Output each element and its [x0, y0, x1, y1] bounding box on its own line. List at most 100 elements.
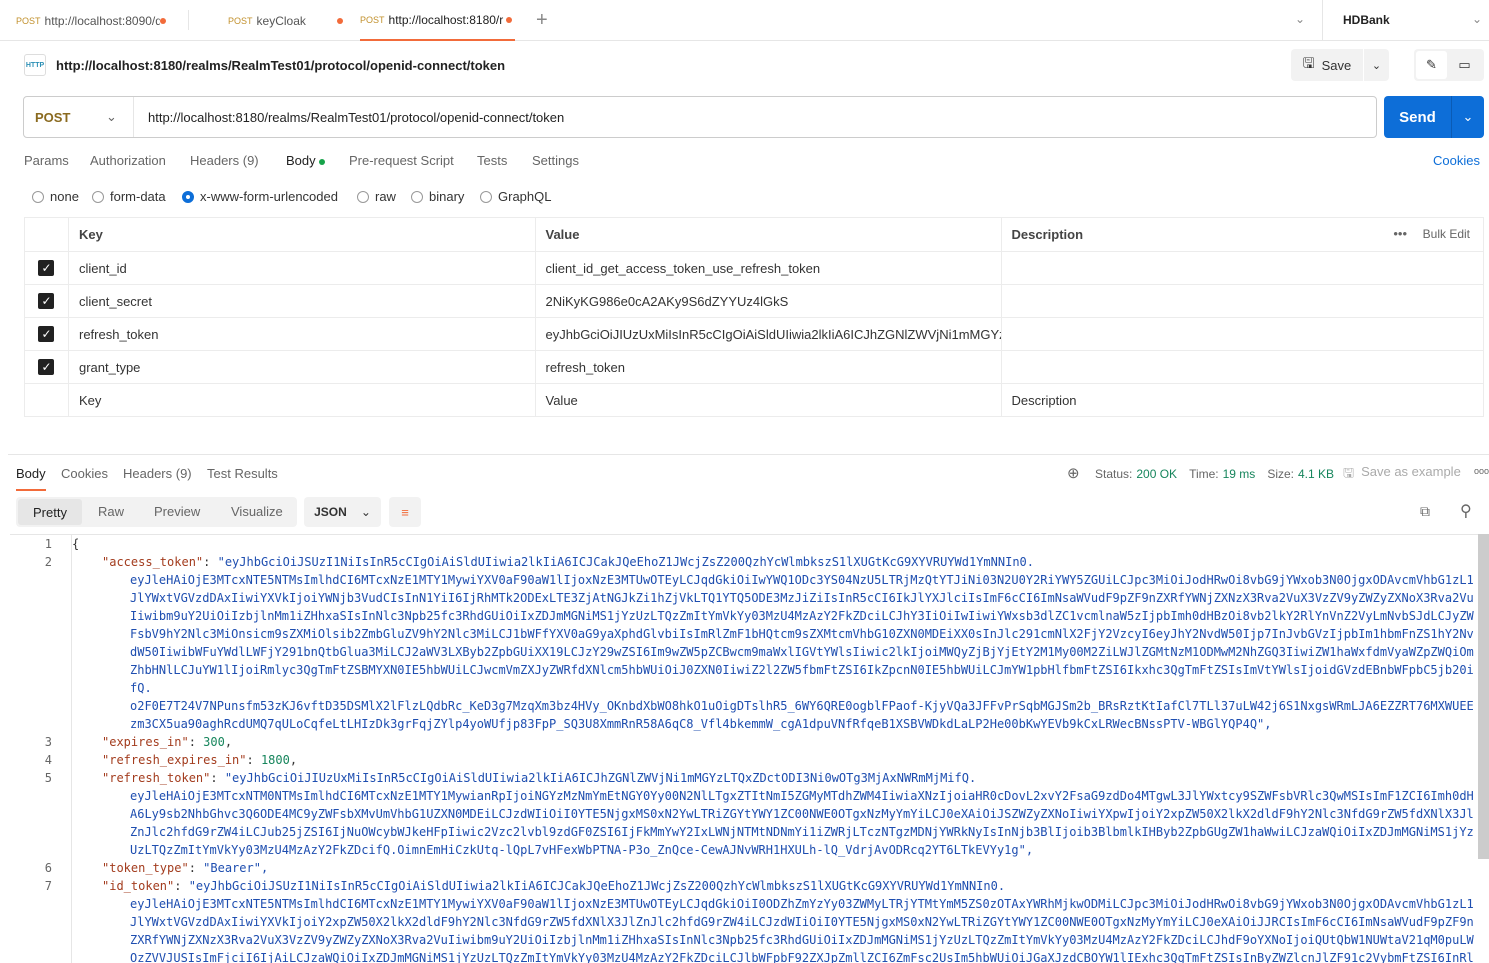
- value-cell[interactable]: 2NiKyKG986e0cA2AKy9S6dZYYUz4lGkS: [534, 284, 1002, 318]
- view-preview[interactable]: Preview: [154, 504, 200, 519]
- row-checkbox[interactable]: ✓: [38, 359, 55, 375]
- wrap-lines-icon[interactable]: ≡: [389, 497, 421, 527]
- radio-label: raw: [375, 189, 396, 204]
- more-options-icon[interactable]: •••: [1393, 226, 1407, 241]
- format-select[interactable]: JSON ⌄: [304, 497, 381, 527]
- code-line: Iiwibm9uY2UiOiIzbjlnMm1iZHhxaSIsInNlc3Np…: [10, 607, 1478, 625]
- method-value: POST: [35, 109, 71, 125]
- description-cell[interactable]: [1000, 317, 1484, 351]
- json-key: "refresh_token": [102, 771, 211, 785]
- radio-binary[interactable]: binary: [411, 189, 464, 204]
- colon: :: [210, 771, 225, 785]
- request-tab-active[interactable]: POST http://localhost:8180/r: [360, 0, 515, 41]
- save-dropdown-chevron-icon[interactable]: ⌄: [1364, 49, 1389, 81]
- radio-label: x-www-form-urlencoded: [200, 189, 338, 204]
- view-raw[interactable]: Raw: [98, 504, 124, 519]
- pane-divider[interactable]: [8, 454, 1489, 455]
- code-line: o2F0E7T24V7NPunsfm53zKJ6vftD35DSMlX2lFlz…: [10, 697, 1478, 715]
- status-value[interactable]: 200 OK: [1136, 467, 1177, 481]
- json-value: "eyJhbGciOiJSUzI1NiIsInR5cCIgOiAiSldUIiw…: [217, 555, 1034, 569]
- radio-graphql[interactable]: GraphQL: [480, 189, 551, 204]
- code-line: 7 "id_token": "eyJhbGciOiJSUzI1NiIsInR5cC…: [10, 877, 1478, 895]
- value-cell[interactable]: eyJhbGciOiJIUzUxMiIsInR5cCIgOiAiSldUIiwi…: [534, 317, 1002, 351]
- header-key: Key: [67, 217, 536, 252]
- tab-label: Body: [286, 153, 316, 168]
- copy-icon[interactable]: ⧉: [1420, 503, 1430, 520]
- save-button[interactable]: 🖫 Save: [1291, 49, 1363, 81]
- environment-selector[interactable]: HDBank: [1343, 13, 1390, 27]
- url-input[interactable]: http://localhost:8180/realms/RealmTest01…: [148, 110, 564, 125]
- tabs-dropdown-chevron-icon[interactable]: ⌄: [1295, 12, 1305, 26]
- key-cell[interactable]: client_secret: [67, 284, 536, 318]
- request-tab[interactable]: POST keyCloak: [228, 0, 346, 41]
- globe-icon[interactable]: ⊕: [1067, 464, 1080, 482]
- code-text: eyJleHAiOjE3MTcxNTE5NTMsImlhdCI6MTcxNzE1…: [130, 573, 1474, 587]
- json-key: "token_type": [102, 861, 189, 875]
- cookies-link[interactable]: Cookies: [1433, 153, 1480, 168]
- value-cell[interactable]: client_id_get_access_token_use_refresh_t…: [534, 251, 1002, 285]
- method-select[interactable]: POST ⌄: [24, 97, 134, 137]
- json-value: "eyJhbGciOiJIUzUxMiIsInR5cCIgOiAiSldUIiw…: [224, 771, 977, 785]
- tab-headers[interactable]: Headers (9): [190, 153, 259, 168]
- view-pretty[interactable]: Pretty: [18, 499, 82, 525]
- tab-settings[interactable]: Settings: [532, 153, 579, 168]
- json-entry: "access_token": "eyJhbGciOiJSUzI1NiIsInR…: [102, 553, 1034, 571]
- search-icon[interactable]: ⚲: [1460, 501, 1472, 521]
- unsaved-dot-icon: [336, 17, 343, 24]
- environment-chevron-icon[interactable]: ⌄: [1472, 12, 1482, 26]
- row-checkbox[interactable]: ✓: [38, 293, 55, 309]
- tab-authorization[interactable]: Authorization: [90, 153, 166, 168]
- vertical-scrollbar[interactable]: [1478, 534, 1489, 859]
- value-cell[interactable]: refresh_token: [534, 350, 1002, 384]
- json-value: "eyJhbGciOiJSUzI1NiIsInR5cCIgOiAiSldUIiw…: [188, 879, 1006, 893]
- key-cell[interactable]: refresh_token: [67, 317, 536, 351]
- row-checkbox[interactable]: ✓: [38, 260, 55, 276]
- send-button[interactable]: Send: [1384, 96, 1451, 138]
- send-dropdown-chevron-icon[interactable]: ⌄: [1451, 96, 1484, 138]
- view-visualize[interactable]: Visualize: [231, 504, 283, 519]
- key-cell[interactable]: client_id: [67, 251, 536, 285]
- radio-raw[interactable]: raw: [357, 189, 396, 204]
- value-placeholder[interactable]: Value: [534, 383, 1002, 417]
- time-value[interactable]: 19 ms: [1223, 467, 1256, 481]
- size-value[interactable]: 4.1 KB: [1298, 467, 1334, 481]
- response-tab-body[interactable]: Body: [16, 466, 46, 491]
- request-tab[interactable]: POST http://localhost:8090/d: [16, 0, 176, 41]
- json-key: "expires_in": [102, 735, 189, 749]
- tab-params[interactable]: Params: [24, 153, 69, 168]
- row-checkbox[interactable]: ✓: [38, 326, 55, 342]
- description-cell[interactable]: [1000, 350, 1484, 384]
- code-text: ZhbHNlLCJuYW1lIjoiRmlyc3QgTmFtZSBMYXN0IE…: [130, 663, 1474, 677]
- json-entry: "refresh_token": "eyJhbGciOiJIUzUxMiIsIn…: [102, 769, 976, 787]
- bulk-edit-button[interactable]: Bulk Edit: [1423, 227, 1470, 241]
- response-tab-headers[interactable]: Headers (9): [123, 466, 192, 481]
- request-title[interactable]: http://localhost:8180/realms/RealmTest01…: [56, 58, 505, 73]
- key-cell[interactable]: grant_type: [67, 350, 536, 384]
- code-line: 4 "refresh_expires_in": 1800,: [10, 751, 1478, 769]
- tab-body[interactable]: Body: [286, 153, 326, 168]
- code-line: JlYWxtVGVzdDAxIiwiYXVkIjoiYWNjb3VudCIsIn…: [10, 589, 1478, 607]
- response-body-code[interactable]: 1{2 "access_token": "eyJhbGciOiJSUzI1NiIs…: [10, 534, 1478, 963]
- active-dot-icon: [319, 159, 326, 165]
- response-tab-cookies[interactable]: Cookies: [61, 466, 108, 481]
- radio-x-www-form-urlencoded[interactable]: x-www-form-urlencoded: [182, 189, 338, 204]
- description-placeholder[interactable]: Description: [1000, 383, 1484, 417]
- view-mode-group: Pretty Raw Preview Visualize: [16, 497, 297, 527]
- tab-pre-request-script[interactable]: Pre-request Script: [349, 153, 454, 168]
- save-as-example-button[interactable]: 🖫 Save as example: [1343, 464, 1461, 486]
- side-actions: ✎ ▭: [1414, 49, 1484, 81]
- radio-none[interactable]: none: [32, 189, 79, 204]
- tab-tests[interactable]: Tests: [477, 153, 507, 168]
- key-placeholder[interactable]: Key: [67, 383, 536, 417]
- radio-form-data[interactable]: form-data: [92, 189, 166, 204]
- comments-icon[interactable]: ▭: [1447, 57, 1482, 73]
- code-text: FsbV9hY2Nlc3MiOnsicm9sZXMiOlsib2ZmbGluZV…: [130, 627, 1474, 641]
- code-line: 3 "expires_in": 300,: [10, 733, 1478, 751]
- edit-pencil-icon[interactable]: ✎: [1416, 51, 1447, 79]
- response-tab-test-results[interactable]: Test Results: [207, 466, 278, 481]
- description-cell[interactable]: [1000, 251, 1484, 285]
- more-options-icon[interactable]: ooo: [1474, 466, 1489, 476]
- description-cell[interactable]: [1000, 284, 1484, 318]
- new-tab-plus-icon[interactable]: +: [536, 9, 548, 32]
- time-label: Time:: [1189, 467, 1219, 481]
